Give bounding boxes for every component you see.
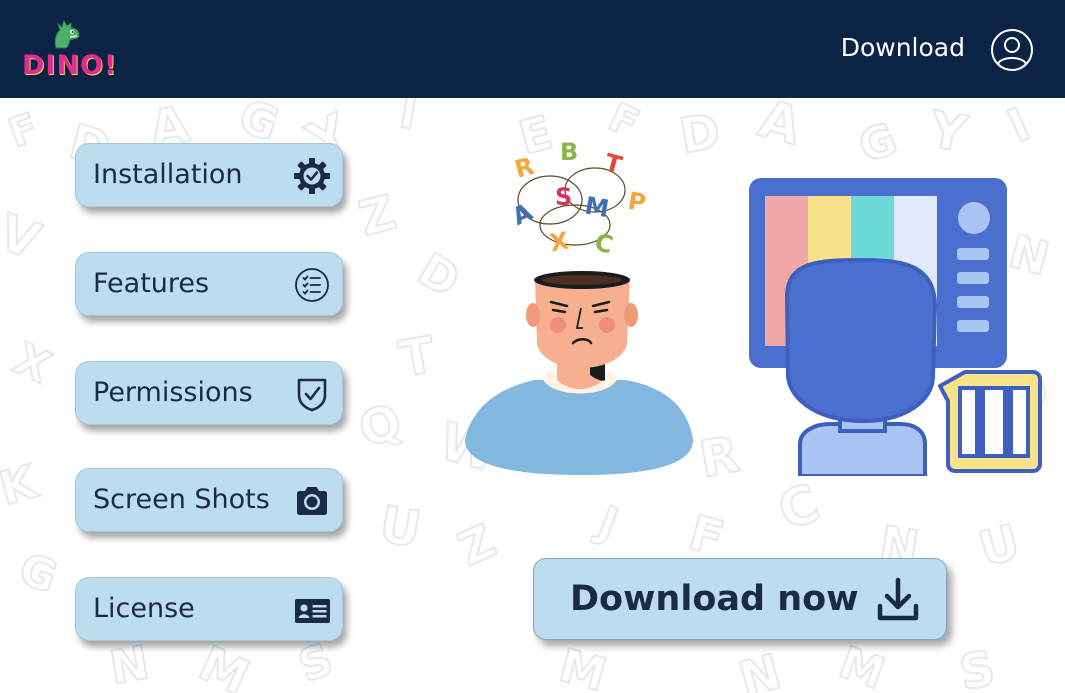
dino-icon	[54, 19, 80, 49]
logo[interactable]: DINO!	[22, 18, 116, 82]
letter-b: B	[560, 138, 578, 166]
sidebar-item-label: Features	[93, 268, 210, 299]
header-download-link[interactable]: Download	[841, 33, 965, 62]
sidebar-item-label: Installation	[93, 159, 243, 190]
download-now-label: Download now	[570, 579, 859, 619]
letter-m: M	[583, 191, 611, 223]
sidebar-item-screen-shots[interactable]: Screen Shots	[75, 468, 343, 532]
letter-c: C	[592, 228, 616, 260]
letter-r: R	[512, 152, 537, 184]
tv-viewer-illustration	[749, 178, 1042, 476]
top-bar: DINO! Download	[0, 0, 1065, 98]
sidebar-item-label: License	[93, 593, 195, 624]
id-card-icon	[295, 599, 330, 623]
sidebar-item-label: Screen Shots	[93, 484, 270, 515]
letter-s: S	[555, 183, 572, 211]
sidebar-item-license[interactable]: License	[75, 577, 343, 641]
download-icon	[877, 577, 919, 621]
sidebar-item-label: Permissions	[93, 377, 253, 408]
logo-text: DINO!	[22, 50, 118, 81]
checklist-icon	[295, 268, 329, 302]
gear-check-icon	[294, 158, 330, 194]
letter-a: A	[508, 198, 537, 231]
sidebar-item-installation[interactable]: Installation	[75, 143, 343, 207]
download-now-button[interactable]: Download now	[533, 558, 947, 640]
user-circle-icon[interactable]	[990, 28, 1034, 72]
letter-x: X	[548, 226, 572, 257]
sidebar-item-permissions[interactable]: Permissions	[75, 361, 343, 425]
sidebar-item-features[interactable]: Features	[75, 252, 343, 316]
camera-icon	[297, 487, 327, 515]
letter-p: P	[626, 187, 648, 218]
confused-person-illustration: R B T A S M P X C	[465, 138, 693, 475]
shield-check-icon	[297, 378, 327, 412]
letter-t: T	[602, 148, 626, 179]
